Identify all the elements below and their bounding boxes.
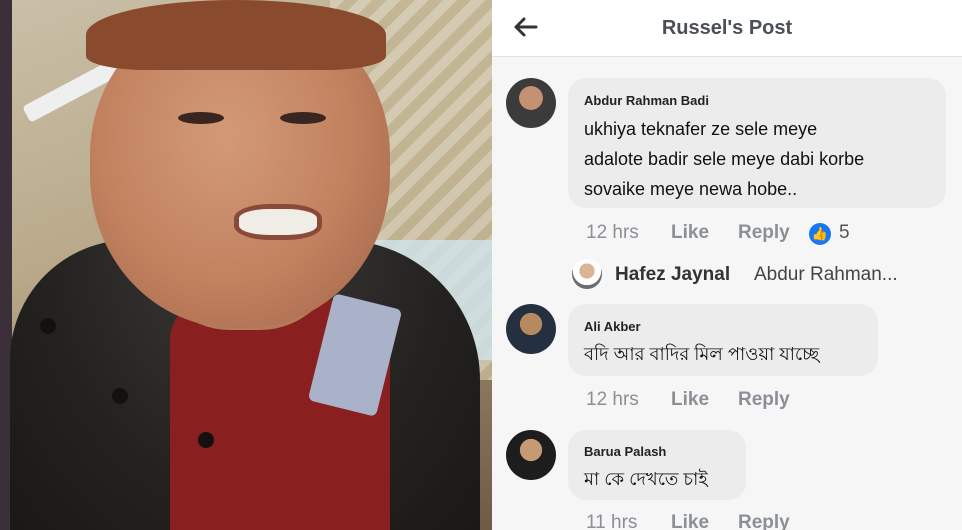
photo-hair	[86, 0, 386, 70]
comment-author[interactable]: Ali Akber	[584, 319, 641, 334]
comment-text-line: বদি আর বাদির মিল পাওয়া যাচ্ছে	[584, 344, 820, 364]
photo-mouth	[234, 204, 322, 240]
reply-button[interactable]: Reply	[738, 512, 790, 530]
comment-bubble: Barua Palash মা কে দেখতে চাই	[568, 430, 746, 500]
like-button[interactable]: Like	[671, 222, 709, 244]
comment-text-line: adalote badir sele meye dabi korbe	[584, 149, 865, 169]
avatar[interactable]	[506, 430, 556, 480]
reply-button[interactable]: Reply	[738, 389, 790, 411]
reaction-count[interactable]: 5	[839, 222, 850, 244]
reply-author[interactable]: Hafez Jaynal	[615, 264, 730, 286]
jacket-button	[40, 318, 56, 334]
photo-eye-left	[178, 112, 224, 124]
jacket-button	[112, 388, 128, 404]
like-reaction-icon[interactable]: 👍	[809, 223, 831, 245]
comment-text-line: মা কে দেখতে চাই	[584, 469, 708, 489]
post-header: Russel's Post	[492, 0, 962, 57]
avatar[interactable]	[506, 304, 556, 354]
avatar[interactable]	[506, 78, 556, 128]
photo-eye-right	[280, 112, 326, 124]
comment-author[interactable]: Abdur Rahman Badi	[584, 93, 709, 108]
reply-preview-text[interactable]: Abdur Rahman...	[754, 264, 898, 286]
reply-button[interactable]: Reply	[738, 222, 790, 244]
like-button[interactable]: Like	[671, 389, 709, 411]
profile-photo	[0, 0, 492, 530]
comment-time: 12 hrs	[586, 389, 639, 410]
comment-bubble: Ali Akber বদি আর বাদির মিল পাওয়া যাচ্ছে	[568, 304, 878, 376]
comment-text-line: sovaike meye newa hobe..	[584, 179, 798, 199]
comments-panel: Russel's Post Abdur Rahman Badi ukhiya t…	[492, 0, 962, 530]
comment-author[interactable]: Barua Palash	[584, 444, 666, 459]
like-button[interactable]: Like	[671, 512, 709, 530]
comment-time: 11 hrs	[586, 512, 638, 530]
comment-time: 12 hrs	[586, 222, 639, 243]
jacket-button	[198, 432, 214, 448]
page-title: Russel's Post	[661, 17, 793, 39]
comment-text-line: ukhiya teknafer ze sele meye	[584, 119, 818, 139]
avatar[interactable]	[572, 259, 602, 289]
comment-bubble: Abdur Rahman Badi ukhiya teknafer ze sel…	[568, 78, 946, 208]
